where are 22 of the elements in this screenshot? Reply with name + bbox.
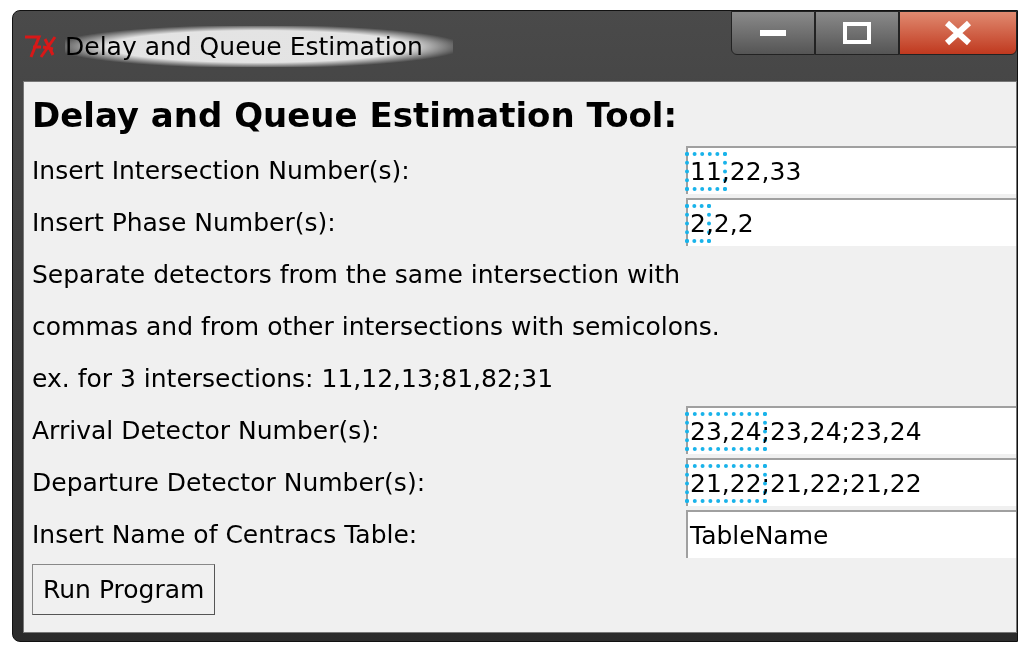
input-field[interactable]: TableName: [686, 510, 1016, 558]
field-label: Insert Intersection Number(s):: [32, 155, 411, 185]
field-label: Insert Phase Number(s):: [32, 207, 337, 237]
field-label: Arrival Detector Number(s):: [32, 415, 381, 445]
input-field[interactable]: 11,22,33: [686, 146, 1016, 194]
heading: Delay and Queue Estimation Tool:: [32, 94, 679, 137]
maximize-icon: [842, 21, 872, 45]
instruction-text: Separate detectors from the same intersection with: [32, 259, 681, 289]
close-icon: [943, 20, 973, 46]
input-field[interactable]: 2,2,2: [686, 198, 1016, 246]
input-field[interactable]: 21,22;21,22;21,22: [686, 458, 1016, 506]
minimize-icon: [758, 28, 788, 38]
window-title: Delay and Queue Estimation: [65, 25, 453, 67]
run-button[interactable]: Run Program: [32, 564, 216, 615]
instruction-text: ex. for 3 intersections: 11,12,13;81,82;31: [32, 363, 554, 393]
field-label: Insert Name of Centracs Table:: [32, 519, 419, 549]
maximize-button[interactable]: [815, 11, 899, 55]
close-button[interactable]: [899, 11, 1017, 55]
minimize-button[interactable]: [731, 11, 815, 55]
field-label: Departure Detector Number(s):: [32, 467, 427, 497]
instruction-text: commas and from other intersections with semicolons.: [32, 311, 720, 341]
input-field[interactable]: 23,24;23,24;23,24: [686, 406, 1016, 454]
